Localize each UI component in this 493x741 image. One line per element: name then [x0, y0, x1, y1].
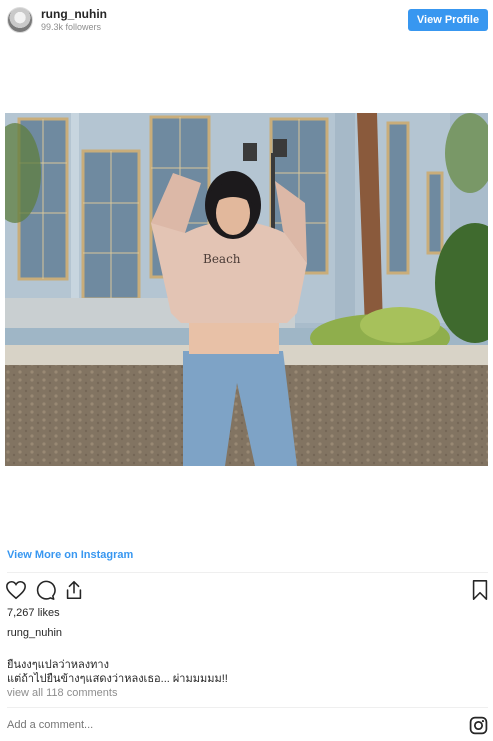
share-icon[interactable]: [63, 579, 85, 601]
view-profile-button[interactable]: View Profile: [408, 9, 488, 31]
action-bar: [5, 579, 489, 603]
heart-icon[interactable]: [5, 579, 27, 601]
svg-text:Beach: Beach: [203, 252, 241, 266]
view-all-comments-link[interactable]: view all 118 comments: [7, 687, 117, 699]
avatar[interactable]: [7, 7, 33, 33]
like-count[interactable]: 7,267 likes: [7, 607, 60, 619]
username[interactable]: rung_nuhin: [41, 7, 107, 21]
bookmark-icon[interactable]: [469, 579, 491, 601]
instagram-icon[interactable]: [469, 716, 488, 735]
post-header: rung_nuhin 99.3k followers View Profile: [0, 0, 493, 40]
comment-input[interactable]: [7, 719, 447, 731]
caption-line: แต่ถ้าไปยืนข้างๆแสดงว่าหลงเธอ... ผ่ามมมม…: [7, 673, 228, 685]
follower-count: 99.3k followers: [41, 22, 102, 32]
view-more-link[interactable]: View More on Instagram: [7, 549, 133, 561]
comment-icon[interactable]: [34, 579, 56, 601]
caption-username[interactable]: rung_nuhin: [7, 627, 62, 639]
divider: [7, 572, 488, 573]
post-image[interactable]: Beach: [5, 113, 488, 466]
divider: [7, 707, 488, 708]
